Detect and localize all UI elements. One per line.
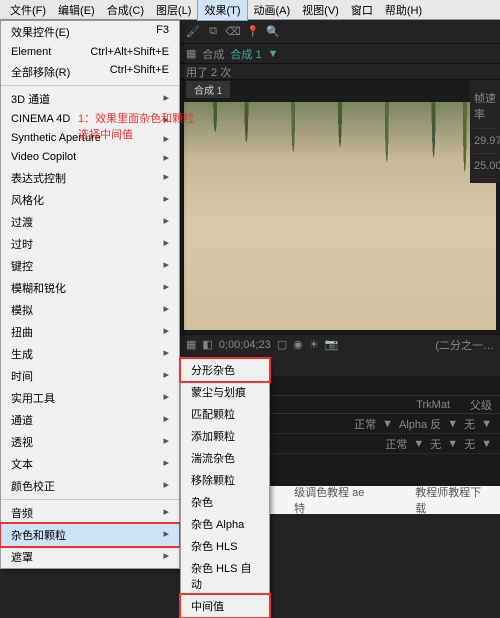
menu-cat-gen[interactable]: 生成▸ — [1, 343, 179, 365]
menu-item-remove-all[interactable]: 全部移除(R)Ctrl+Shift+E — [1, 61, 179, 83]
menu-anim[interactable]: 动画(A) — [248, 0, 297, 20]
submenu-median[interactable]: 中间值 — [181, 595, 269, 617]
menu-window[interactable]: 窗口 — [345, 0, 379, 20]
comp-tab[interactable]: 合成 1 — [186, 81, 230, 98]
roi-icon[interactable]: ▢ — [277, 338, 287, 351]
stamp-tool-icon[interactable]: ⧉ — [206, 25, 220, 39]
submenu-noise[interactable]: 杂色 — [181, 491, 269, 513]
effect-dropdown: 效果控件(E)F3 ElementCtrl+Alt+Shift+E 全部移除(R… — [0, 20, 180, 569]
submenu-add-grain[interactable]: 添加颗粒 — [181, 425, 269, 447]
menu-comp[interactable]: 合成(C) — [101, 0, 150, 20]
blend-mode[interactable]: 正常 — [354, 416, 376, 432]
preview-image — [184, 102, 496, 330]
menu-cat-expr[interactable]: 表达式控制▸ — [1, 167, 179, 189]
parent-link[interactable]: 无 — [464, 416, 475, 432]
submenu-dust[interactable]: 蒙尘与划痕 — [181, 381, 269, 403]
timecode[interactable]: 0;00;04;23 — [219, 339, 271, 351]
exposure-icon[interactable]: ☀ — [309, 338, 319, 351]
menu-cat-text[interactable]: 文本▸ — [1, 453, 179, 475]
alpha-mode[interactable]: Alpha 反 — [399, 416, 441, 432]
eraser-tool-icon[interactable]: ⌫ — [226, 25, 240, 39]
blend-mode[interactable]: 正常 — [385, 436, 407, 452]
menu-cat-color[interactable]: 颜色校正▸ — [1, 475, 179, 497]
menu-view[interactable]: 视图(V) — [296, 0, 345, 20]
menu-cat-obs[interactable]: 过时▸ — [1, 233, 179, 255]
parent-link[interactable]: 无 — [464, 436, 475, 452]
search-icon[interactable]: 🔍 — [266, 25, 280, 39]
panel-label: 合成 — [202, 46, 224, 62]
snapshot-icon[interactable]: 📷 — [325, 338, 339, 351]
pin-tool-icon[interactable]: 📍 — [246, 25, 260, 39]
bottom-text-1: 级调色教程 ae特 — [294, 484, 375, 516]
submenu-noise-alpha[interactable]: 杂色 Alpha — [181, 513, 269, 535]
zoom-dropdown[interactable]: (二分之一… — [435, 337, 494, 353]
menu-cat-sim[interactable]: 模拟▸ — [1, 299, 179, 321]
menu-cat-key[interactable]: 键控▸ — [1, 255, 179, 277]
menu-cat-blur[interactable]: 模糊和锐化▸ — [1, 277, 179, 299]
mask-toggle-icon[interactable]: ◧ — [202, 338, 212, 351]
menu-edit[interactable]: 编辑(E) — [52, 0, 101, 20]
menu-cat-time[interactable]: 时间▸ — [1, 365, 179, 387]
menu-cat-noise-grain[interactable]: 杂色和颗粒▸ — [1, 524, 179, 546]
menu-cat-dist[interactable]: 扭曲▸ — [1, 321, 179, 343]
menubar: 文件(F) 编辑(E) 合成(C) 图层(L) 效果(T) 动画(A) 视图(V… — [0, 0, 500, 20]
noise-submenu: 分形杂色 蒙尘与划痕 匹配颗粒 添加颗粒 湍流杂色 移除颗粒 杂色 杂色 Alp… — [180, 358, 270, 618]
side-panel: 帧速率 29.97 25.00 — [470, 80, 500, 183]
preview-canvas[interactable] — [184, 102, 496, 330]
submenu-noise-hls-auto[interactable]: 杂色 HLS 自动 — [181, 557, 269, 595]
viewer-controls: ▦ ◧ 0;00;04;23 ▢ ◉ ☀ 📷 (二分之一… — [180, 334, 500, 354]
grid-toggle-icon[interactable]: ▦ — [186, 338, 196, 351]
brush-tool-icon[interactable]: 🖌 — [186, 25, 200, 39]
submenu-noise-hls[interactable]: 杂色 HLS — [181, 535, 269, 557]
col-parent: 父级 — [470, 397, 492, 413]
menu-cat-audio[interactable]: 音频▸ — [1, 502, 179, 524]
col-trkmat: TrkMat — [416, 399, 450, 411]
menu-cat-3d[interactable]: 3D 通道▸ — [1, 88, 179, 110]
framerate-val1: 29.97 — [474, 129, 496, 154]
menu-cat-chan[interactable]: 通道▸ — [1, 409, 179, 431]
framerate-label: 帧速率 — [474, 84, 496, 129]
framerate-val2: 25.00 — [474, 154, 496, 179]
menu-layer[interactable]: 图层(L) — [150, 0, 197, 20]
menu-cat-persp[interactable]: 透视▸ — [1, 431, 179, 453]
menu-item-element[interactable]: ElementCtrl+Alt+Shift+E — [1, 43, 179, 61]
menu-cat-vcp[interactable]: Video Copilot▸ — [1, 148, 179, 167]
submenu-fractal-noise[interactable]: 分形杂色 — [181, 359, 269, 381]
alpha-mode[interactable]: 无 — [430, 436, 441, 452]
menu-file[interactable]: 文件(F) — [4, 0, 52, 20]
annotation-text: 1：效果里面杂色和颗粒 选择中间值 — [78, 110, 194, 142]
menu-effect[interactable]: 效果(T) — [197, 0, 247, 21]
composition-viewer: ▦ 合成 合成 1 ▼ 用了 2 次 合成 1 ▦ ◧ 0;00;04;23 ▢… — [180, 44, 500, 354]
menu-cat-util[interactable]: 实用工具▸ — [1, 387, 179, 409]
used-label: 用了 2 次 — [186, 64, 231, 80]
menu-cat-trans[interactable]: 过渡▸ — [1, 211, 179, 233]
bottom-text-2: 教程师教程下载 — [415, 484, 492, 516]
menu-help[interactable]: 帮助(H) — [379, 0, 428, 20]
menu-cat-style[interactable]: 风格化▸ — [1, 189, 179, 211]
comp-name[interactable]: 合成 1 — [230, 46, 261, 62]
menu-cat-matte[interactable]: 遮罩▸ — [1, 546, 179, 568]
menu-item-effect-controls[interactable]: 效果控件(E)F3 — [1, 21, 179, 43]
channel-icon[interactable]: ◉ — [293, 338, 303, 351]
submenu-remove-grain[interactable]: 移除颗粒 — [181, 469, 269, 491]
grid-icon[interactable]: ▦ — [186, 47, 196, 60]
submenu-match-grain[interactable]: 匹配颗粒 — [181, 403, 269, 425]
submenu-turb-noise[interactable]: 湍流杂色 — [181, 447, 269, 469]
